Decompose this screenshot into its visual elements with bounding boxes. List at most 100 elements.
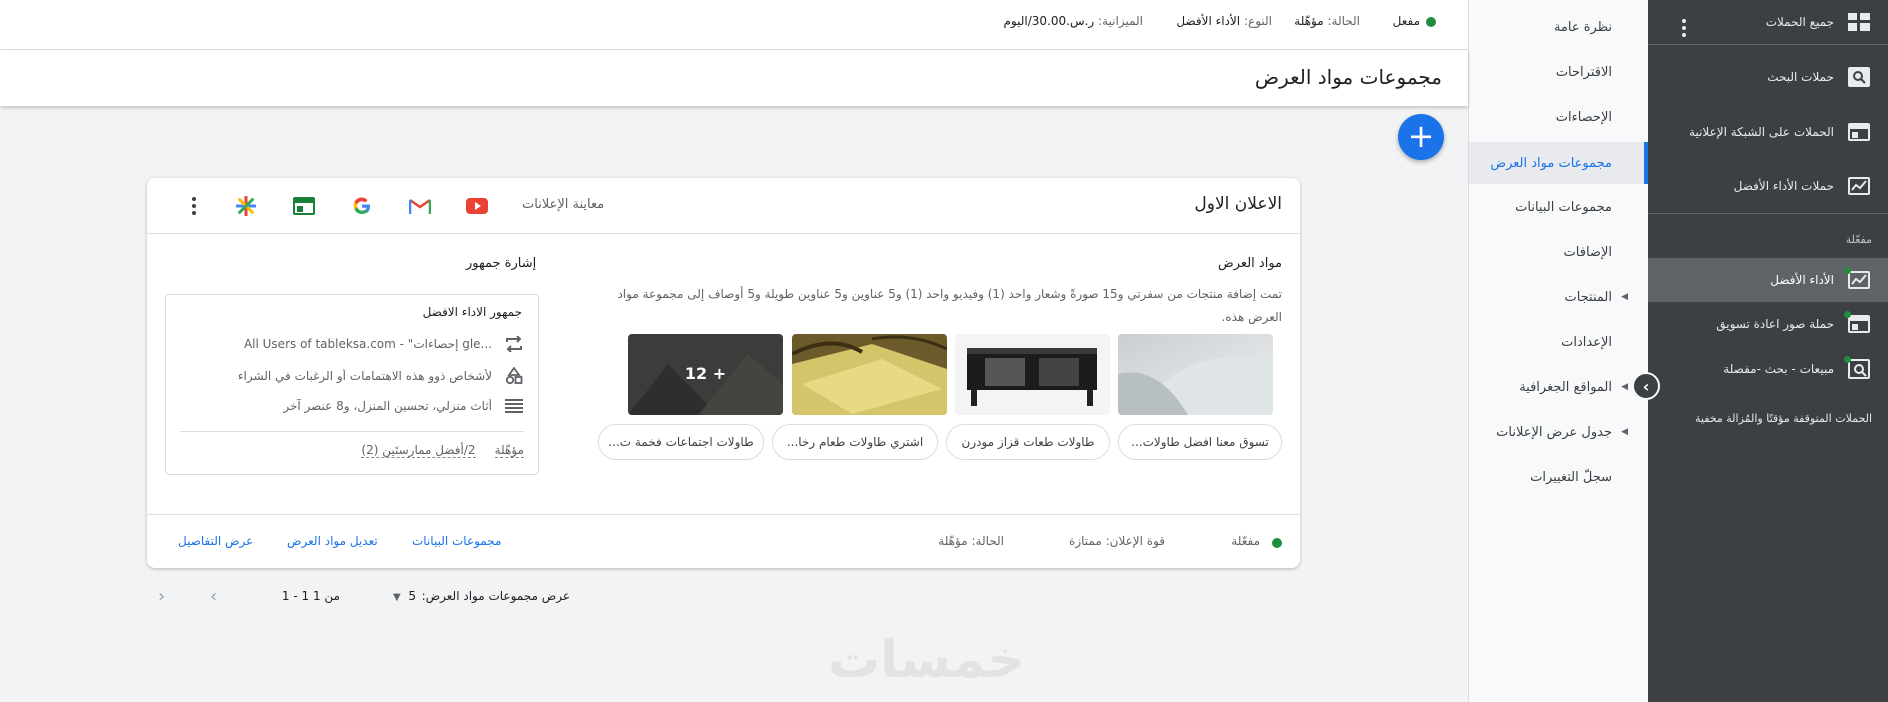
nav-item-extensions[interactable]: الإضافات [1469,232,1648,272]
campaign-status-bar: مفعل الحالة: مؤهّلة النوع: الأداء الأفضل… [0,0,1468,50]
interests-icon [504,366,524,386]
collapse-sidebar-button[interactable]: › [1632,372,1660,400]
asset-group-state: الحالة: مؤهّلة [938,534,1004,548]
sidebar-item-label: حملة صور اعادة تسويق [1716,317,1834,331]
nav-item-recommendations[interactable]: الاقتراحات [1469,52,1648,92]
nav-item-overview[interactable]: نظرة عامة [1469,7,1648,47]
asset-image-thumbnail[interactable] [1118,334,1273,415]
sidebar-item-all-campaigns[interactable]: جميع الحملات [1648,0,1888,44]
performance-icon [1846,173,1872,199]
enabled-status-dot [1844,356,1851,363]
signal-status-value[interactable]: مؤهّلة [494,443,524,458]
nav-item-label: الإحصاءات [1555,109,1612,125]
rows-per-page-select[interactable]: 5 ▼ [393,589,416,603]
dropdown-caret-icon: ▼ [393,592,401,603]
nav-item-locations[interactable]: ◀ المواقع الجغرافية [1469,367,1648,407]
data-sets-link[interactable]: مجموعات البيانات [412,534,501,548]
signal-text: All Users of tableksa.com - "إحصاءات gle… [243,337,492,351]
sidebar-item-sales-search[interactable]: مبيعات - بحث -مفصلة [1648,347,1888,391]
sidebar-item-label: الأداء الأفضل [1770,273,1834,287]
page-title: مجموعات مواد العرض [1254,65,1442,89]
signal-text: لأشخاص ذوو هذه الاهتمامات أو الرغبات في … [237,369,492,383]
divider [180,431,524,432]
best-practices-link[interactable]: 2/أفضل ممارستَين (2) [361,443,476,458]
nav-item-label: سجلّ التغييرات [1530,469,1612,485]
google-icon[interactable] [350,194,374,218]
performance-icon [1844,267,1872,293]
nav-item-label: جدول عرض الإعلانات [1496,424,1612,440]
audience-name: جمهور الاداء الافضل [422,305,522,319]
sidebar-item-search-campaigns[interactable]: حملات البحث [1648,55,1888,99]
nav-item-products[interactable]: ◀ المنتجات [1469,277,1648,317]
audience-signal-row: لأشخاص ذوو هذه الاهتمامات أو الرغبات في … [184,365,524,387]
pagination: عرض مجموعات مواد العرض: 5 ▼ 1 - 1 من 1 ›… [150,586,570,608]
caret-left-icon: ◀ [1621,427,1628,437]
divider [1648,213,1888,214]
signal-status: مؤهّلة 2/أفضل ممارستَين (2) [361,443,524,458]
sidebar-item-display-campaigns[interactable]: الحملات على الشبكة الإعلانية [1648,110,1888,154]
page-range: 1 - 1 من 1 [281,589,340,603]
campaign-state: الحالة: مؤهّلة [1294,14,1360,28]
main-content: مفعل الحالة: مؤهّلة النوع: الأداء الأفضل… [0,0,1468,702]
headline-chip[interactable]: اشتري طاولات طعام رخا... [772,424,938,460]
headline-chip[interactable]: طاولات طعات قزاز مودرن [946,424,1110,460]
remarketing-icon [504,334,524,354]
campaign-status-value[interactable]: مفعل [1393,14,1420,28]
audience-signal-row: أثاث منزلي، تحسين المنزل، و8 عنصر آخر [184,395,524,417]
grid-icon [1846,9,1872,35]
edit-assets-link[interactable]: تعديل مواد العرض [287,534,378,548]
audience-signal-box: جمهور الاداء الافضل All Users of tableks… [165,294,539,475]
nav-item-settings[interactable]: الإعدادات [1469,322,1648,362]
view-details-link[interactable]: عرض التفاصيل [178,534,253,548]
nav-item-change-history[interactable]: سجلّ التغييرات [1469,457,1648,497]
display-icon [1844,311,1872,337]
rows-per-page-label: عرض مجموعات مواد العرض: [421,589,570,603]
prev-page-icon[interactable]: ‹ [158,586,165,607]
next-page-icon[interactable]: › [210,586,217,607]
section-label: مفعّلة [1845,233,1872,246]
search-campaign-icon [1846,64,1872,90]
assets-section-title: مواد العرض [1218,256,1282,271]
display-network-icon[interactable] [292,194,316,218]
page-header: مجموعات مواد العرض [0,50,1468,106]
assets-summary: تمت إضافة منتجات من سفرتي و15 صورةً وشعا… [617,287,1282,324]
sidebar-item-performance-max[interactable]: الأداء الأفضل [1648,258,1888,302]
watermark: خمسات [828,630,1026,690]
enabled-status-dot [1844,311,1851,318]
sidebar-item-remarketing-campaign[interactable]: حملة صور اعادة تسويق [1648,302,1888,346]
nav-item-label: الإضافات [1563,244,1612,260]
caret-left-icon: ◀ [1621,382,1628,392]
display-icon [1846,119,1872,145]
nav-item-insights[interactable]: الإحصاءات [1469,97,1648,137]
nav-item-asset-groups[interactable]: مجموعات مواد العرض [1469,142,1648,184]
asset-group-name: الاعلان الاول [1194,194,1282,214]
campaign-budget[interactable]: الميزانية: ر.س.30.00/اليوم [1003,14,1143,28]
paused-campaigns-hidden-link[interactable]: الحملات المتوقفة مؤقتًا والمُزالة مخفية [1695,412,1872,425]
nav-item-label: مجموعات البيانات [1515,199,1612,215]
headline-chip[interactable]: طاولات اجتماعات فخمة ت... [598,424,764,460]
campaigns-sidebar: جميع الحملات حملات البحث الحملات على الش… [1648,0,1888,702]
enabled-status-dot [1426,17,1436,27]
sidebar-item-performance-campaigns[interactable]: حملات الأداء الأفضل [1648,164,1888,208]
card-footer: مفعّلة قوة الإعلان: ممتازة الحالة: مؤهّل… [147,514,1300,568]
sidebar-item-label: حملات الأداء الأفضل [1733,179,1834,193]
sidebar-item-label: جميع الحملات [1765,15,1834,29]
card-more-icon[interactable] [187,194,201,218]
ad-strength: قوة الإعلان: ممتازة [1069,534,1165,548]
asset-image-thumbnail[interactable] [955,334,1110,415]
asset-image-thumbnail[interactable] [792,334,947,415]
nav-item-data-sets[interactable]: مجموعات البيانات [1469,187,1648,227]
sidebar-item-label: الحملات على الشبكة الإعلانية [1689,125,1834,139]
asset-group-card: الاعلان الاول معاينة الإعلانات مواد العر… [147,178,1300,568]
more-images-thumbnail[interactable]: 12 + [628,334,783,415]
divider [1648,44,1888,45]
caret-left-icon: ◀ [1621,292,1628,302]
youtube-icon[interactable] [465,194,489,218]
card-header: الاعلان الاول معاينة الإعلانات [147,178,1300,234]
gmail-icon[interactable] [408,194,432,218]
headline-chip[interactable]: تسوق معنا افضل طاولات... [1118,424,1282,460]
add-asset-group-button[interactable]: + [1398,114,1444,160]
discover-icon[interactable] [234,194,258,218]
asset-group-status[interactable]: مفعّلة [1231,534,1260,548]
nav-item-ad-schedule[interactable]: ◀ جدول عرض الإعلانات [1469,412,1648,452]
